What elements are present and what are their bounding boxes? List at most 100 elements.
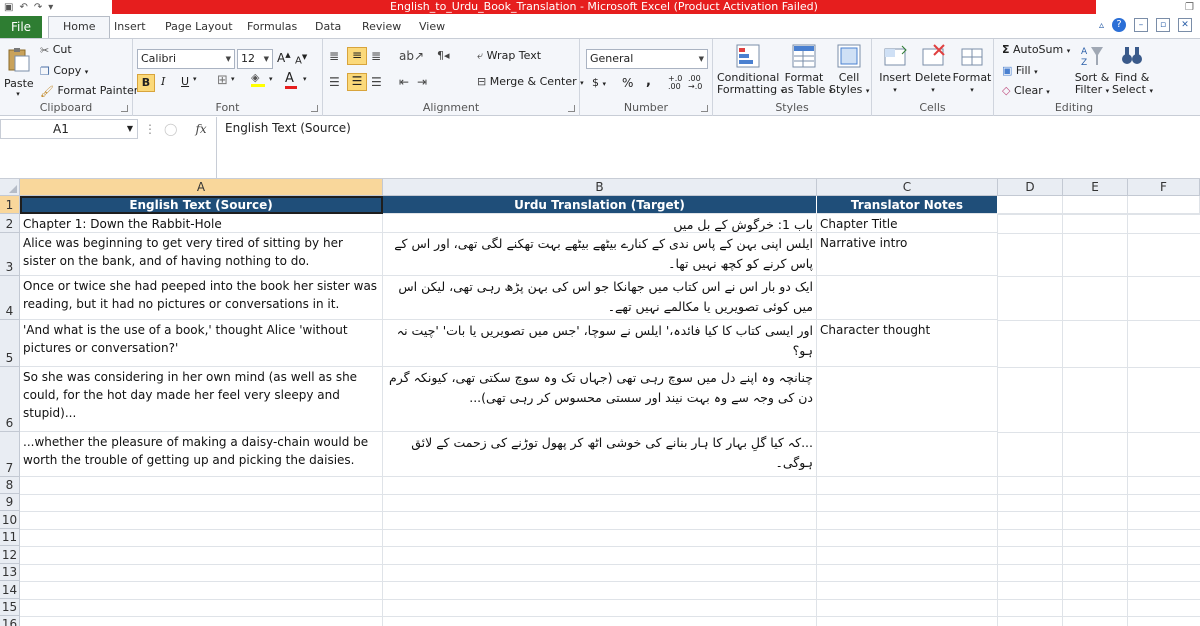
restore-icon[interactable]: ❐ — [1185, 2, 1194, 13]
comma-button[interactable]: , — [646, 74, 651, 89]
borders-dropdown-icon[interactable]: ▾ — [231, 75, 235, 83]
format-as-table-button[interactable]: Format as Table ▾ — [781, 43, 832, 97]
column-header-e[interactable]: E — [1063, 179, 1128, 196]
cell-b6[interactable]: چنانچہ وہ اپنے دل میں سوچ رہی تھی (جہاں … — [383, 367, 817, 432]
row-header-10[interactable]: 10 — [0, 511, 20, 529]
cell-b5[interactable]: اور ایسی کتاب کا کیا فائدہ،' ایلس نے سوچ… — [383, 320, 817, 367]
cell-c1[interactable]: Translator Notes — [817, 196, 998, 214]
help-icon[interactable]: ? — [1112, 18, 1126, 32]
cell-a1[interactable]: English Text (Source) — [20, 196, 383, 214]
number-launcher-icon[interactable] — [701, 105, 708, 112]
number-format-select[interactable]: General ▼ — [586, 49, 708, 69]
cell-c4[interactable] — [817, 276, 998, 320]
cell-a4[interactable]: Once or twice she had peeped into the bo… — [20, 276, 383, 320]
increase-decimal-icon[interactable]: +.0.00 — [668, 75, 682, 91]
delete-cells-button[interactable]: Delete ▾ — [914, 43, 952, 96]
alignment-launcher-icon[interactable] — [568, 105, 575, 112]
cell-b4[interactable]: ایک دو بار اس نے اس کتاب میں جھانکا جو ا… — [383, 276, 817, 320]
cell-c7[interactable] — [817, 432, 998, 477]
cell-b1[interactable]: Urdu Translation (Target) — [383, 196, 817, 214]
row-header-7[interactable]: 7 — [0, 432, 20, 477]
align-right-icon[interactable]: ☰ — [371, 75, 382, 89]
middle-align-icon[interactable]: ≡ — [347, 47, 367, 65]
borders-icon[interactable]: ⊞ — [217, 73, 228, 88]
undo-icon[interactable]: ↶ — [19, 2, 27, 13]
column-header-c[interactable]: C — [817, 179, 998, 196]
cell-a7[interactable]: ...whether the pleasure of making a dais… — [20, 432, 383, 477]
currency-button[interactable]: $ ▾ — [592, 76, 606, 89]
autosum-button[interactable]: Σ AutoSum ▾ — [1002, 43, 1070, 56]
wrap-text-button[interactable]: ⤶ Wrap Text — [477, 49, 541, 63]
cell-f1[interactable] — [1128, 196, 1200, 214]
save-icon[interactable]: ▣ — [4, 2, 13, 13]
italic-button[interactable]: I — [161, 75, 165, 88]
row-header-16[interactable]: 16 — [0, 616, 20, 626]
find-select-button[interactable]: Find & Select ▾ — [1112, 43, 1153, 97]
percent-button[interactable]: % — [622, 76, 633, 90]
tab-view[interactable]: View — [419, 18, 445, 36]
sort-filter-button[interactable]: AZ Sort & Filter ▾ — [1072, 43, 1112, 97]
select-all-button[interactable] — [0, 179, 20, 196]
clear-button[interactable]: ◇ Clear ▾ — [1002, 84, 1050, 97]
cell-d1[interactable] — [998, 196, 1063, 214]
column-header-d[interactable]: D — [998, 179, 1063, 196]
cell-c2[interactable]: Chapter Title — [817, 214, 998, 233]
cell-b2[interactable]: باب 1: خرگوش کے بل میں — [383, 214, 817, 233]
row-header-8[interactable]: 8 — [0, 477, 20, 494]
font-launcher-icon[interactable] — [311, 105, 318, 112]
row-header-15[interactable]: 15 — [0, 599, 20, 616]
underline-dropdown-icon[interactable]: ▾ — [193, 75, 197, 83]
grow-font-button[interactable]: A▲ — [277, 51, 291, 65]
font-size-select[interactable]: 12 ▼ — [237, 49, 273, 69]
fill-color-button[interactable]: ◈ — [251, 71, 265, 87]
cell-e1[interactable] — [1063, 196, 1128, 214]
cell-c6[interactable] — [817, 367, 998, 432]
cell-b3[interactable]: ایلس اپنی بہن کے پاس ندی کے کنارے بیٹھے … — [383, 233, 817, 276]
tab-review[interactable]: Review — [362, 18, 401, 36]
row-header-1[interactable]: 1 — [0, 196, 20, 214]
cell-a3[interactable]: Alice was beginning to get very tired of… — [20, 233, 383, 276]
orientation-icon[interactable]: ab↗ — [399, 49, 424, 63]
cancel-entry-icon[interactable]: ◯ — [164, 122, 177, 136]
cell-styles-button[interactable]: Cell Styles ▾ — [829, 43, 869, 97]
row-header-9[interactable]: 9 — [0, 494, 20, 511]
tab-insert[interactable]: Insert — [114, 18, 146, 36]
customize-qat-icon[interactable]: ▾ — [48, 2, 53, 13]
redo-icon[interactable]: ↷ — [34, 2, 42, 13]
bold-button[interactable]: B — [137, 74, 155, 92]
tab-data[interactable]: Data — [315, 18, 341, 36]
row-header-14[interactable]: 14 — [0, 581, 20, 599]
column-header-b[interactable]: B — [383, 179, 817, 196]
minimize-ribbon-icon[interactable]: ▵ — [1099, 20, 1104, 31]
decrease-decimal-icon[interactable]: .00 →.0 — [688, 75, 702, 91]
copy-button[interactable]: ❐ Copy ▾ — [40, 64, 88, 78]
shrink-font-button[interactable]: A▼ — [295, 53, 307, 66]
insert-cells-button[interactable]: Insert ▾ — [876, 43, 914, 96]
merge-center-button[interactable]: ⊟ Merge & Center ▾ — [477, 75, 584, 88]
row-header-2[interactable]: 2 — [0, 214, 20, 233]
tab-home[interactable]: Home — [48, 16, 111, 38]
row-header-12[interactable]: 12 — [0, 546, 20, 564]
align-center-icon[interactable]: ☰ — [347, 73, 367, 91]
row-header-13[interactable]: 13 — [0, 564, 20, 581]
increase-indent-icon[interactable]: ⇥ — [417, 75, 427, 89]
name-box-dropdown-icon[interactable]: ▼ — [127, 120, 133, 138]
row-header-6[interactable]: 6 — [0, 367, 20, 432]
cell-c5[interactable]: Character thought — [817, 320, 998, 367]
font-color-dropdown-icon[interactable]: ▾ — [303, 75, 307, 83]
row-header-11[interactable]: 11 — [0, 529, 20, 546]
cell-a5[interactable]: 'And what is the use of a book,' thought… — [20, 320, 383, 367]
font-name-select[interactable]: Calibri ▼ — [137, 49, 235, 69]
close-window-icon[interactable]: ✕ — [1178, 18, 1192, 32]
cut-button[interactable]: ✂ Cut — [40, 43, 72, 57]
row-header-4[interactable]: 4 — [0, 276, 20, 320]
align-left-icon[interactable]: ☰ — [329, 75, 340, 89]
paste-button[interactable]: Paste ▾ — [4, 47, 34, 98]
tab-file[interactable]: File — [0, 16, 42, 38]
top-align-icon[interactable]: ≣ — [329, 49, 339, 63]
restore-window-icon[interactable]: ▫ — [1156, 18, 1170, 32]
underline-button[interactable]: U — [181, 75, 189, 88]
cell-a2[interactable]: Chapter 1: Down the Rabbit-Hole — [20, 214, 383, 233]
format-painter-button[interactable]: 🖌 Format Painter — [40, 84, 138, 98]
insert-function-icon[interactable]: fx — [195, 122, 206, 136]
